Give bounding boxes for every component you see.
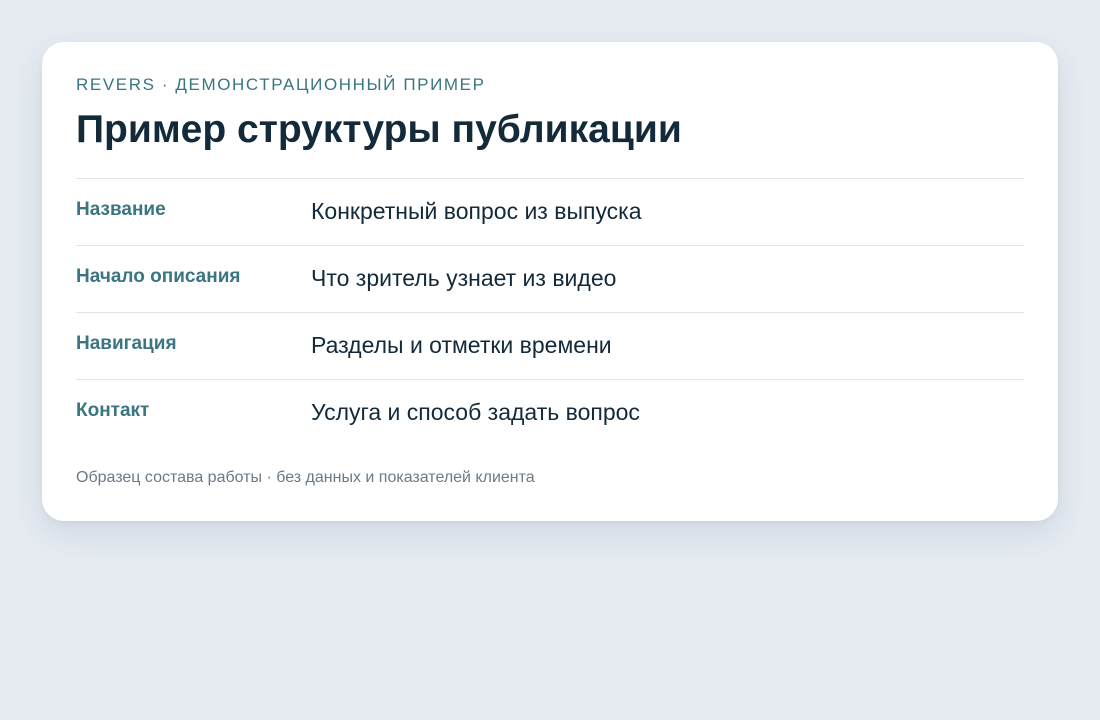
publication-structure-card: REVERS · ДЕМОНСТРАЦИОННЫЙ ПРИМЕР Пример … [42, 42, 1058, 521]
eyebrow-label: REVERS · ДЕМОНСТРАЦИОННЫЙ ПРИМЕР [76, 75, 486, 94]
row-label: Название [76, 199, 166, 220]
row-label: Навигация [76, 333, 177, 354]
row-value: Конкретный вопрос из выпуска [311, 198, 642, 224]
structure-list: Название Конкретный вопрос из выпуска На… [76, 178, 1024, 446]
footnote: Образец состава работы · без данных и по… [76, 469, 535, 486]
row-label: Начало описания [76, 266, 241, 287]
row-value: Услуга и способ задать вопрос [311, 399, 640, 425]
structure-row-title: Название Конкретный вопрос из выпуска [76, 178, 1024, 245]
row-label: Контакт [76, 400, 150, 421]
row-value: Разделы и отметки времени [311, 332, 612, 358]
structure-row-description: Начало описания Что зритель узнает из ви… [76, 245, 1024, 312]
structure-row-navigation: Навигация Разделы и отметки времени [76, 312, 1024, 379]
structure-row-contact: Контакт Услуга и способ задать вопрос [76, 379, 1024, 446]
row-value: Что зритель узнает из видео [311, 265, 617, 291]
page-title: Пример структуры публикации [76, 108, 682, 151]
